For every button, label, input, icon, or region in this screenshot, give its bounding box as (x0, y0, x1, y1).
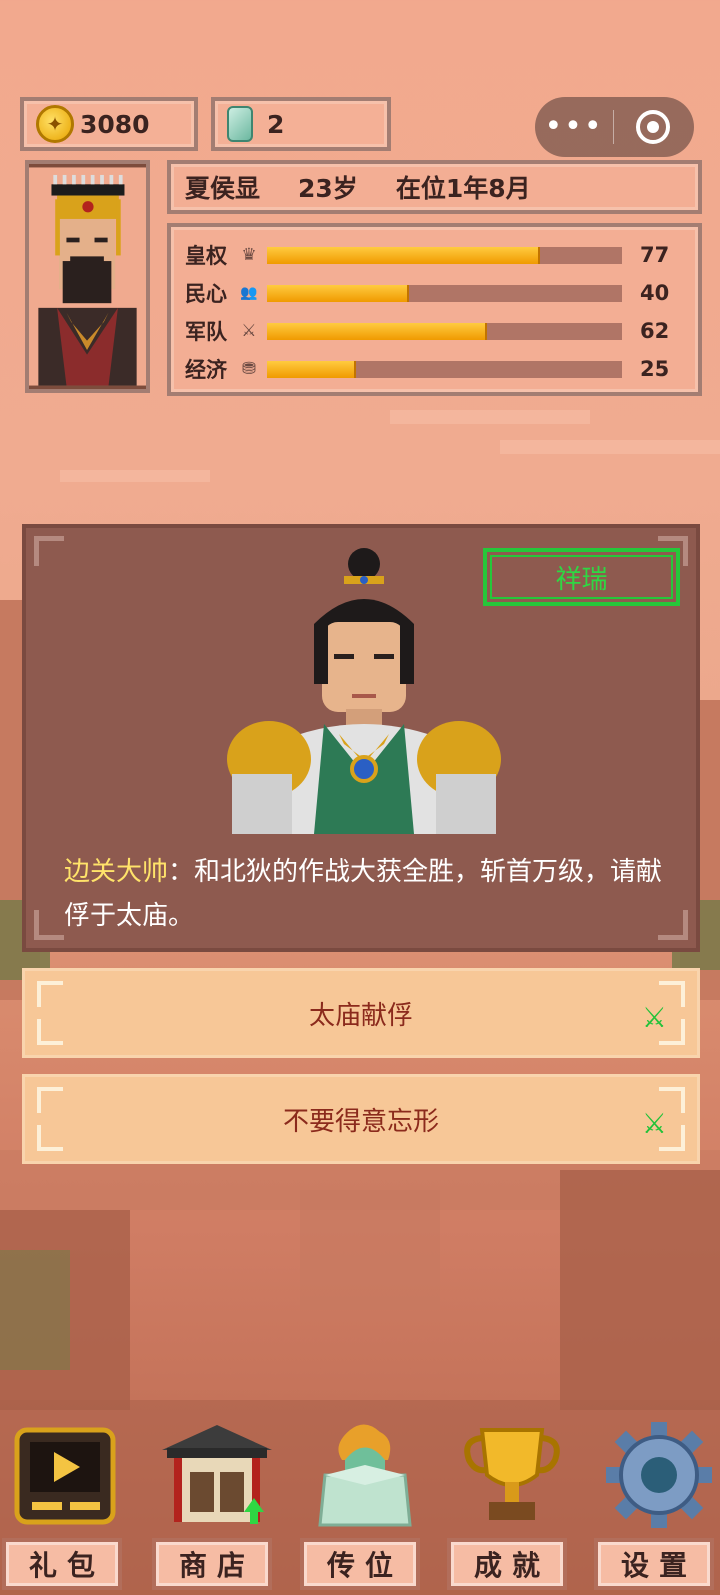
stat-label: 民心 (185, 282, 227, 306)
stat-value: 40 (640, 281, 670, 305)
general-portrait (227, 548, 501, 834)
frame-corner (37, 981, 63, 1007)
gear-icon (606, 1422, 712, 1528)
ruler-name: 夏侯显 (185, 174, 261, 203)
nav-gift-pack[interactable]: 礼包 (2, 1420, 132, 1595)
jade-amount: 2 (267, 109, 285, 139)
nav-settings[interactable]: 设置 (594, 1420, 720, 1595)
nav-achievements[interactable]: 成就 (447, 1420, 577, 1595)
event-dialog: 边关大帅：和北狄的作战大获全胜，斩首万级，请献俘于太庙。 (64, 850, 674, 938)
close-button[interactable] (614, 110, 692, 144)
nav-label: 传位 (300, 1538, 420, 1590)
stat-label: 经济 (185, 358, 227, 382)
stat-bar (267, 284, 622, 302)
jade-counter[interactable]: 2 (211, 97, 391, 151)
event-card: 祥瑞 边关大帅：和北狄的作战大获全胜，斩首万级，请献俘于太庙。 (22, 524, 700, 952)
more-menu-button[interactable]: ••• (535, 112, 613, 142)
frame-corner (37, 1125, 63, 1151)
jade-gem-icon (227, 106, 253, 142)
frame-corner (37, 1087, 63, 1113)
frame-corner (34, 910, 64, 940)
trophy-icon (464, 1428, 560, 1520)
stat-value: 25 (640, 357, 670, 381)
stat-row-economy: 经济 ⛃ 25 (185, 350, 698, 388)
nav-label: 礼包 (2, 1538, 122, 1590)
nav-label: 商店 (152, 1538, 272, 1590)
coin-counter[interactable]: 3080 (20, 97, 198, 151)
target-close-icon (636, 110, 670, 144)
jade-seal-icon (318, 1424, 412, 1527)
coin-amount: 3080 (80, 109, 150, 139)
frame-corner (37, 1019, 63, 1045)
kingdom-stats-panel: 皇权 ♛ 77 民心 👥 40 军队 ⚔ 62 经济 ⛃ 25 (167, 223, 702, 396)
stat-row-army: 军队 ⚔ 62 (185, 312, 698, 350)
stat-bar (267, 360, 622, 378)
stat-label: 军队 (185, 320, 227, 344)
emperor-avatar (29, 167, 146, 386)
speaker-name: 边关大帅 (64, 857, 169, 887)
gold-coin-icon (36, 105, 74, 143)
people-icon: 👥 (240, 285, 258, 301)
stat-bar (267, 322, 622, 340)
stat-bar-fill (267, 360, 356, 378)
nav-succession[interactable]: 传位 (300, 1420, 430, 1595)
choice-label: 不要得意忘形 (282, 1106, 439, 1137)
miniprogram-capsule: ••• (535, 97, 694, 157)
stat-row-authority: 皇权 ♛ 77 (185, 236, 698, 274)
crossed-swords-icon: ⚔ (641, 1001, 667, 1034)
ruler-age: 23岁 (298, 174, 358, 203)
stat-bar-fill (267, 284, 409, 302)
stat-bar-fill (267, 322, 488, 340)
stat-bar-fill (267, 246, 541, 264)
crossed-swords-icon: ⚔ (641, 1107, 667, 1140)
ruler-reign-duration: 在位1年8月 (395, 174, 531, 203)
nav-label: 设置 (594, 1538, 714, 1590)
frame-corner (34, 536, 64, 566)
coins-stack-icon: ⛃ (241, 359, 257, 379)
ruler-info-bar: 夏侯显 23岁 在位1年8月 (167, 160, 702, 214)
stat-value: 77 (640, 243, 670, 267)
stat-label: 皇权 (185, 244, 227, 268)
emperor-portrait[interactable] (25, 160, 150, 393)
shop-building-icon (162, 1425, 272, 1524)
choice-option-2[interactable]: 不要得意忘形 ⚔ (22, 1074, 700, 1164)
stat-row-people: 民心 👥 40 (185, 274, 698, 312)
crown-icon: ♛ (241, 245, 257, 265)
stat-value: 62 (640, 319, 670, 343)
crossed-swords-icon: ⚔ (241, 321, 257, 341)
choice-option-1[interactable]: 太庙献俘 ⚔ (22, 968, 700, 1058)
more-dots-icon: ••• (544, 109, 604, 144)
choice-label: 太庙献俘 (308, 1000, 413, 1031)
nav-shop[interactable]: 商店 (152, 1420, 282, 1595)
video-play-icon (14, 1427, 116, 1525)
nav-label: 成就 (447, 1538, 567, 1590)
stat-bar (267, 246, 622, 264)
